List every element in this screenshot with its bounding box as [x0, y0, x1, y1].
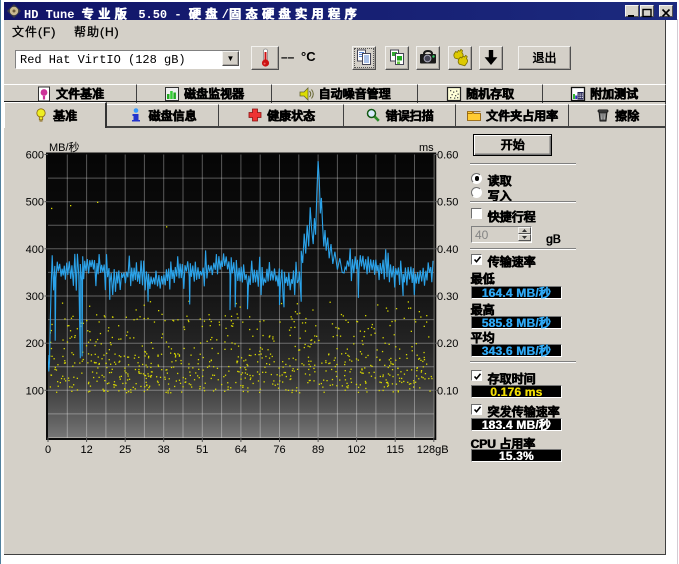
svg-text:0: 0 [45, 444, 51, 456]
svg-text:500: 500 [26, 197, 44, 209]
svg-text:100: 100 [26, 385, 44, 397]
svg-text:38: 38 [158, 444, 170, 456]
svg-text:128gB: 128gB [417, 444, 449, 456]
svg-text:0.60: 0.60 [437, 150, 458, 162]
svg-text:600: 600 [26, 150, 44, 162]
svg-text:200: 200 [26, 338, 44, 350]
svg-text:0.50: 0.50 [437, 197, 458, 209]
svg-text:300: 300 [26, 291, 44, 303]
svg-text:115: 115 [386, 444, 404, 456]
svg-text:25: 25 [119, 444, 131, 456]
svg-text:12: 12 [80, 444, 92, 456]
svg-text:64: 64 [235, 444, 247, 456]
svg-text:ms: ms [419, 142, 434, 154]
svg-text:0.40: 0.40 [437, 244, 458, 256]
svg-text:51: 51 [196, 444, 208, 456]
svg-text:89: 89 [312, 444, 324, 456]
svg-text:76: 76 [273, 444, 285, 456]
svg-text:0.30: 0.30 [437, 291, 458, 303]
svg-text:MB/秒: MB/秒 [49, 140, 80, 154]
svg-text:102: 102 [347, 444, 365, 456]
svg-text:400: 400 [26, 244, 44, 256]
svg-text:0.10: 0.10 [437, 385, 458, 397]
svg-text:0.20: 0.20 [437, 338, 458, 350]
